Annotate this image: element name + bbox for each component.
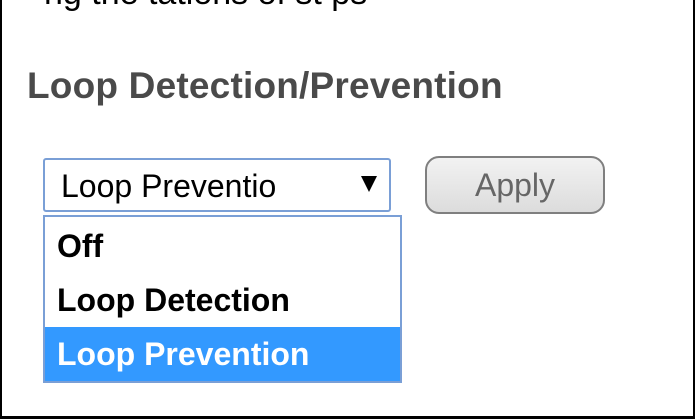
mode-select[interactable]: Loop Preventio xyxy=(43,158,391,212)
header-fragment-text: ng the tations of st ps xyxy=(44,0,367,12)
header-fragment: ng the tations of st ps xyxy=(0,0,695,12)
mode-dropdown-list: Off Loop Detection Loop Prevention xyxy=(43,215,402,383)
triangle-down-icon xyxy=(361,176,377,192)
dropdown-option-loop-detection[interactable]: Loop Detection xyxy=(45,273,400,327)
dropdown-option-off[interactable]: Off xyxy=(45,219,400,273)
dropdown-option-loop-prevention[interactable]: Loop Prevention xyxy=(45,327,400,381)
apply-button[interactable]: Apply xyxy=(425,156,605,214)
page-title: Loop Detection/Prevention xyxy=(27,65,503,106)
mode-select-value: Loop Preventio xyxy=(61,168,277,204)
